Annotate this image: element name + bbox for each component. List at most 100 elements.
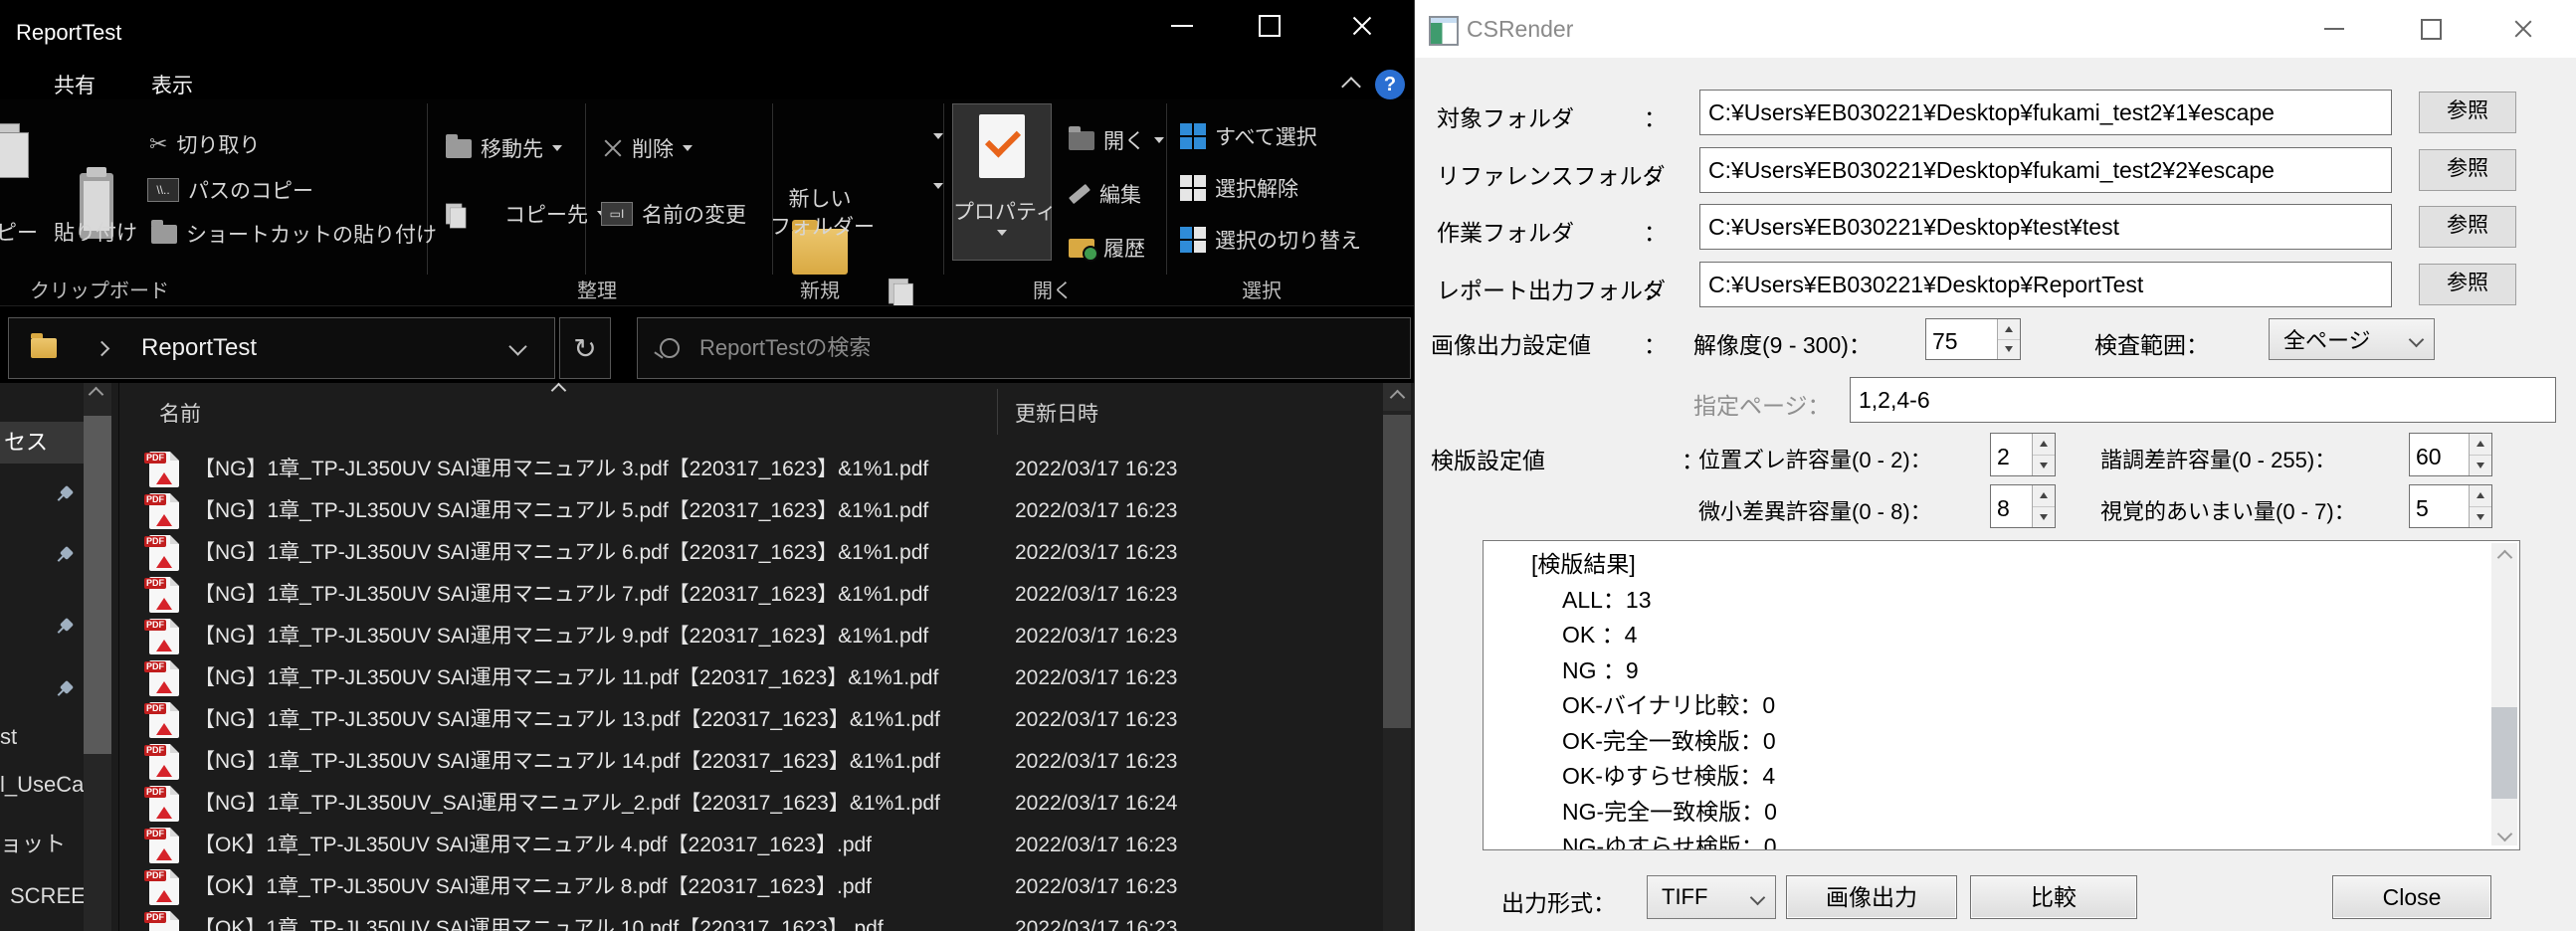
paste-shortcut-button[interactable]: ショートカットの貼り付け [151, 219, 437, 249]
explorer-close-button[interactable] [1325, 0, 1399, 52]
inspection-results-box[interactable]: [検版結果] ALL：13 OK ：4 NG ：9 OK-バイナリ比較：0 OK… [1483, 540, 2520, 850]
sidebar-item[interactable]: ョット [0, 827, 66, 858]
chevron-up-icon[interactable] [91, 389, 101, 400]
work-folder-browse-button[interactable]: 参照 [2419, 206, 2516, 248]
results-scrollbar-thumb[interactable] [2491, 707, 2517, 799]
work-folder-input[interactable] [1700, 205, 2391, 249]
spinner-up-button[interactable] [2033, 485, 2055, 507]
delete-button[interactable]: 削除 [603, 133, 693, 163]
file-row[interactable]: PDF 【NG】1章_TP-JL350UV_SAI運用マニュアル_2.pdf【2… [124, 783, 1381, 825]
report-output-folder-browse-button[interactable]: 参照 [2419, 264, 2516, 305]
history-button[interactable]: 履歴 [1069, 233, 1145, 263]
spinner-down-button[interactable] [2033, 456, 2055, 476]
pages-input[interactable] [1851, 378, 2555, 422]
spinner-down-button[interactable] [2470, 456, 2491, 476]
tone-tolerance-input[interactable] [2410, 434, 2469, 475]
reference-folder-input[interactable] [1700, 148, 2391, 192]
paste-button[interactable]: 貼り付け [46, 217, 145, 247]
column-header-modified[interactable]: 更新日時 [1015, 398, 1098, 428]
visual-fuzziness-input[interactable] [2410, 485, 2469, 527]
position-tolerance-input[interactable] [1991, 434, 2032, 475]
resolution-input[interactable] [1926, 319, 1997, 359]
file-row[interactable]: PDF 【OK】1章_TP-JL350UV SAI運用マニュアル 10.pdf【… [124, 908, 1381, 931]
properties-button[interactable]: プロパティ [952, 103, 1052, 261]
select-none-button[interactable]: 選択解除 [1180, 173, 1298, 203]
csrender-maximize-button[interactable] [2402, 0, 2460, 58]
file-row[interactable]: PDF 【OK】1章_TP-JL350UV SAI運用マニュアル 8.pdf【2… [124, 866, 1381, 908]
file-row[interactable]: PDF 【NG】1章_TP-JL350UV SAI運用マニュアル 5.pdf【2… [124, 490, 1381, 532]
column-header-name[interactable]: 名前 [159, 398, 201, 428]
edit-button[interactable]: 編集 [1069, 179, 1141, 209]
pin-icon[interactable] [56, 486, 74, 504]
new-item-icon[interactable] [889, 279, 908, 303]
invert-selection-button[interactable]: 選択の切り替え [1180, 225, 1361, 255]
sidebar-scrollbar-thumb[interactable] [84, 416, 111, 754]
pin-icon[interactable] [56, 619, 74, 637]
refresh-button[interactable]: ↻ [559, 317, 611, 379]
cut-button[interactable]: ✂ 切り取り [149, 129, 260, 159]
address-bar[interactable]: ReportTest [8, 317, 555, 379]
ribbon-collapse-button[interactable] [1333, 74, 1369, 99]
tab-share[interactable]: 共有 [54, 70, 96, 99]
target-folder-browse-button[interactable]: 参照 [2419, 92, 2516, 133]
rename-button[interactable]: ▭I 名前の変更 [601, 199, 746, 229]
sidebar-item-quick-access[interactable]: セス [0, 422, 84, 464]
explorer-minimize-button[interactable] [1145, 0, 1219, 52]
sidebar-item[interactable]: l_UseCa [0, 772, 84, 798]
spinner-up-button[interactable] [1998, 319, 2020, 340]
scrollbar-up-button[interactable] [2491, 545, 2517, 569]
file-row[interactable]: PDF 【OK】1章_TP-JL350UV SAI運用マニュアル 4.pdf【2… [124, 825, 1381, 866]
inspection-range-select[interactable]: 全ページ [2269, 318, 2435, 360]
minor-diff-tolerance-input[interactable] [1991, 485, 2032, 527]
spinner-down-button[interactable] [2470, 507, 2491, 528]
file-row[interactable]: PDF 【NG】1章_TP-JL350UV SAI運用マニュアル 11.pdf【… [124, 657, 1381, 699]
file-row[interactable]: PDF 【NG】1章_TP-JL350UV SAI運用マニュアル 9.pdf【2… [124, 616, 1381, 657]
file-row[interactable]: PDF 【NG】1章_TP-JL350UV SAI運用マニュアル 14.pdf【… [124, 741, 1381, 783]
report-output-folder-input[interactable] [1700, 263, 2391, 306]
spinner-down-button[interactable] [1998, 340, 2020, 360]
scrollbar-up-button[interactable] [1383, 383, 1411, 411]
file-row[interactable]: PDF 【NG】1章_TP-JL350UV SAI運用マニュアル 13.pdf【… [124, 699, 1381, 741]
pin-icon[interactable] [56, 681, 74, 699]
copy-to-button[interactable]: コピー先 [446, 199, 607, 229]
results-scrollbar[interactable] [2491, 543, 2517, 845]
chevron-down-icon[interactable] [933, 183, 943, 189]
tab-view[interactable]: 表示 [151, 70, 193, 99]
copy-icon[interactable] [0, 123, 20, 169]
spinner-down-button[interactable] [2033, 507, 2055, 528]
output-format-select[interactable]: TIFF [1647, 875, 1776, 919]
close-button[interactable]: Close [2332, 875, 2491, 919]
new-folder-button-line1[interactable]: 新しい [770, 183, 870, 213]
scrollbar-down-button[interactable] [2491, 822, 2517, 845]
copy-button-label[interactable]: ピー [0, 217, 40, 247]
help-button[interactable]: ? [1375, 70, 1405, 99]
open-button[interactable]: 開く [1069, 125, 1164, 155]
file-row[interactable]: PDF 【NG】1章_TP-JL350UV SAI運用マニュアル 6.pdf【2… [124, 532, 1381, 574]
file-list-scrollbar-thumb[interactable] [1383, 415, 1411, 728]
csrender-close-button[interactable] [2494, 0, 2552, 58]
spinner-up-button[interactable] [2470, 485, 2491, 507]
reference-folder-browse-button[interactable]: 参照 [2419, 149, 2516, 191]
column-separator[interactable] [997, 389, 998, 435]
address-dropdown-icon[interactable] [508, 337, 526, 355]
pin-icon[interactable] [56, 547, 74, 565]
new-folder-button-line2[interactable]: フォルダー [770, 211, 870, 241]
search-input[interactable] [697, 334, 1410, 362]
sidebar-item[interactable]: SCREEI [10, 883, 92, 909]
compare-button[interactable]: 比較 [1970, 875, 2137, 919]
explorer-maximize-button[interactable] [1233, 0, 1306, 52]
spinner-up-button[interactable] [2033, 434, 2055, 456]
csrender-minimize-button[interactable] [2305, 0, 2363, 58]
address-path[interactable]: ReportTest [141, 334, 257, 362]
move-to-button[interactable]: 移動先 [446, 133, 562, 163]
spinner-up-button[interactable] [2470, 434, 2491, 456]
file-row[interactable]: PDF 【NG】1章_TP-JL350UV SAI運用マニュアル 7.pdf【2… [124, 574, 1381, 616]
chevron-down-icon[interactable] [933, 133, 943, 139]
copy-path-button[interactable]: \\.. パスのコピー [147, 175, 313, 205]
select-all-button[interactable]: すべて選択 [1180, 121, 1317, 151]
target-folder-input[interactable] [1700, 91, 2391, 134]
sidebar-item[interactable]: st [0, 724, 17, 750]
search-box[interactable] [637, 317, 1411, 379]
file-row[interactable]: PDF 【NG】1章_TP-JL350UV SAI運用マニュアル 3.pdf【2… [124, 449, 1381, 490]
image-output-button[interactable]: 画像出力 [1786, 875, 1957, 919]
